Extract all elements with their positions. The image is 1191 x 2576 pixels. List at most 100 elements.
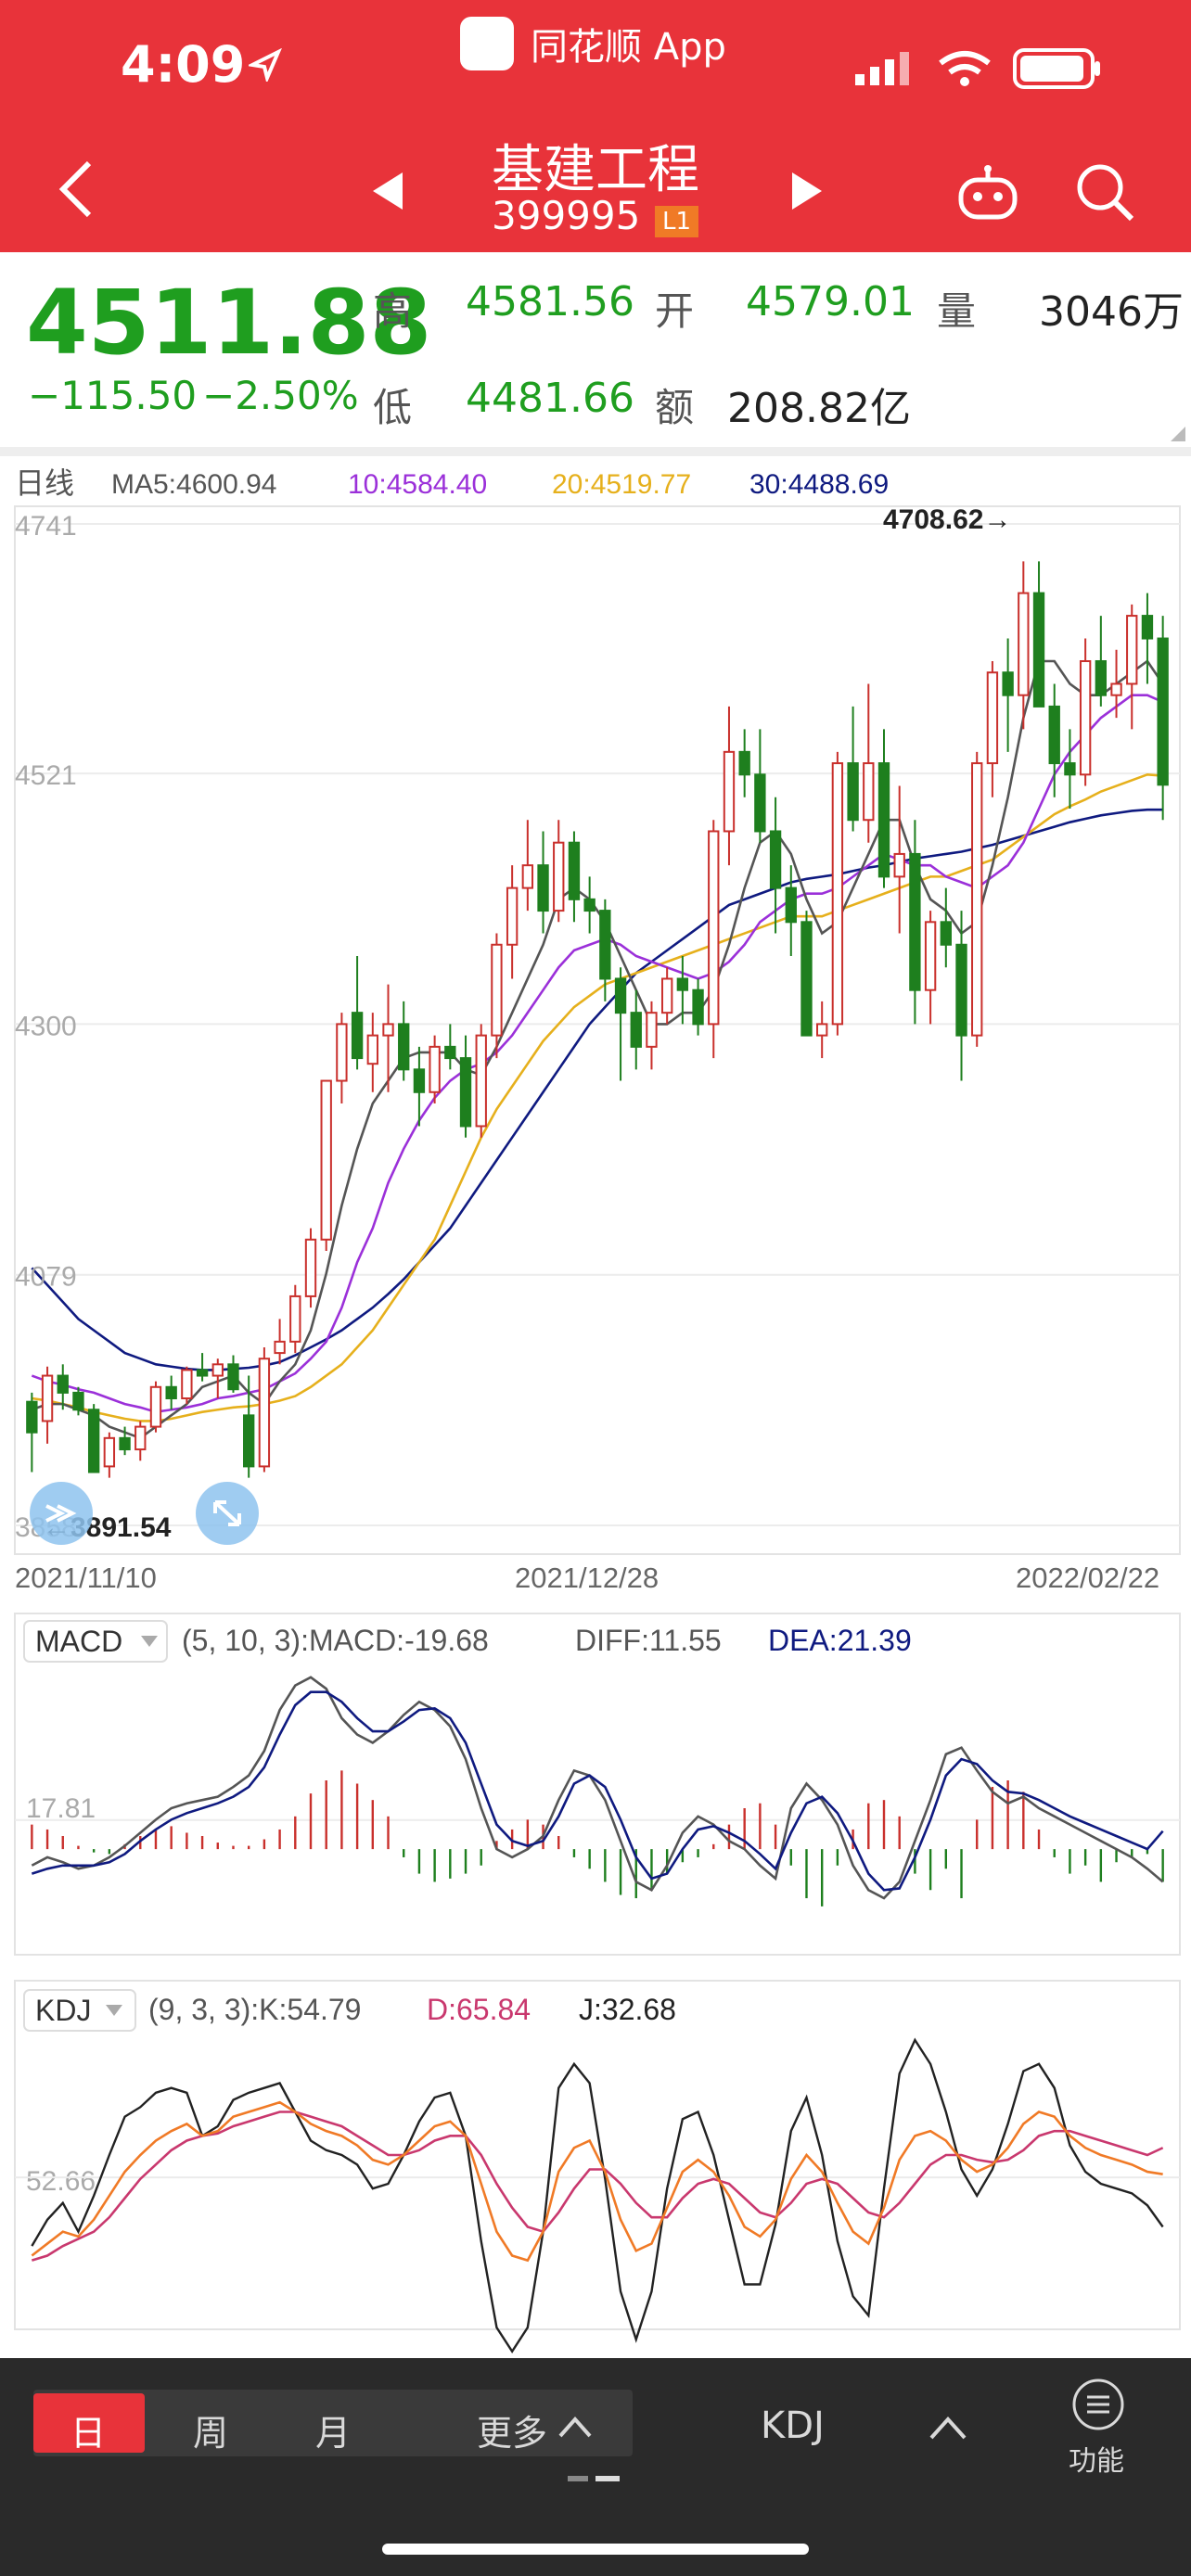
candle-body <box>506 886 519 946</box>
volume-value: 3046万 <box>1039 288 1184 336</box>
tab-month[interactable]: 月 <box>315 2404 351 2455</box>
candle-body <box>196 1369 209 1377</box>
candle-body <box>243 1414 255 1468</box>
candle-body <box>708 830 720 1026</box>
high-value: 4581.56 <box>466 278 634 325</box>
candle-body <box>1095 659 1108 696</box>
candle-body <box>103 1436 116 1468</box>
expand-corner-icon[interactable] <box>1171 427 1185 441</box>
candle-body <box>831 762 844 1026</box>
candle-body <box>863 762 875 822</box>
candle-body <box>41 1374 54 1422</box>
candle-body <box>940 921 952 946</box>
quote-panel: 4511.88 −115.50 −2.50% 高 4581.56 开 4579.… <box>0 252 1191 447</box>
macd-frame <box>14 1613 1181 1956</box>
candle-body <box>398 1023 410 1071</box>
candle-body <box>754 773 766 833</box>
amount-label: 额 <box>655 385 695 430</box>
macd-plot <box>15 1676 1180 1906</box>
candle-body <box>955 943 967 1037</box>
ma5-legend: MA5:4600.94 <box>111 469 276 500</box>
y-tick-label: 4079 <box>15 1262 77 1293</box>
candles <box>26 561 1169 1478</box>
candle-body <box>660 977 673 1014</box>
candle-body <box>491 943 503 1037</box>
macd-diff-label: DIFF:11.55 <box>575 1624 722 1657</box>
candle-body <box>630 1012 642 1048</box>
kdj-ref-tick: 52.66 <box>26 2166 96 2197</box>
low-label: 低 <box>373 385 413 430</box>
candle-body <box>1157 637 1169 786</box>
x-axis-end-date: 2022/02/22 <box>1016 1562 1159 1594</box>
candle-body <box>800 921 813 1037</box>
candle-body <box>1064 762 1076 776</box>
candle-body <box>537 864 549 912</box>
y-tick-label: 4521 <box>15 760 77 791</box>
candle-body <box>181 1369 193 1400</box>
menu-circle-icon[interactable] <box>1070 2377 1126 2432</box>
search-icon[interactable] <box>1074 161 1135 223</box>
candle-body <box>568 841 581 900</box>
candle-body <box>1141 615 1154 640</box>
tab-day[interactable]: 日 <box>70 2404 106 2455</box>
chart-area[interactable]: 日线 MA5:4600.94 10:4584.40 20:4519.77 30:… <box>0 454 1191 2355</box>
wifi-icon <box>939 51 991 86</box>
candle-body <box>1126 615 1138 685</box>
location-arrow-icon <box>249 48 282 82</box>
candle-body <box>72 1391 84 1411</box>
kdj-j-label: J:32.68 <box>579 1993 676 2026</box>
more-chevron-up-icon <box>558 2416 592 2438</box>
candle-body <box>1032 592 1045 708</box>
low-value: 4481.66 <box>466 375 634 422</box>
candle-body <box>769 830 782 889</box>
price-change-percent: −2.50% <box>202 373 359 418</box>
macd-dea-label: DEA:21.39 <box>768 1624 912 1657</box>
kdj-d-label: D:65.84 <box>427 1993 531 2026</box>
tab-week[interactable]: 周 <box>193 2404 228 2455</box>
candle-body <box>1048 705 1060 765</box>
candle-body <box>274 1340 286 1355</box>
candle-body <box>738 750 750 776</box>
ma10-legend: 10:4584.40 <box>348 469 487 500</box>
app-name: 同花顺 App <box>531 26 726 69</box>
kdj-j-line <box>31 2037 1164 2354</box>
volume-label: 量 <box>937 288 977 334</box>
high-label: 高 <box>373 288 413 334</box>
candle-body <box>614 977 627 1014</box>
candle-body <box>134 1425 147 1451</box>
x-axis-start-date: 2021/11/10 <box>15 1562 157 1594</box>
candle-body <box>211 1363 224 1377</box>
candle-body <box>382 1023 394 1037</box>
ma30-line <box>31 808 1163 1371</box>
macd-selector-label: MACD <box>35 1625 122 1658</box>
ma20-legend: 20:4519.77 <box>552 469 691 500</box>
function-label[interactable]: 功能 <box>1069 2438 1124 2479</box>
candle-body <box>893 852 905 878</box>
y-tick-label: 4741 <box>15 511 77 542</box>
candle-body <box>336 1023 348 1082</box>
status-time: 4:09 <box>121 35 246 94</box>
candle-body <box>57 1374 69 1394</box>
candle-body <box>165 1385 177 1400</box>
cellular-signal-icon <box>855 52 909 85</box>
candle-body <box>924 921 937 991</box>
robot-assistant-icon[interactable] <box>955 165 1020 223</box>
tab-more[interactable]: 更多 <box>477 2404 547 2455</box>
indicator-switch[interactable]: KDJ <box>761 2404 825 2447</box>
open-label: 开 <box>655 288 695 334</box>
candle-body <box>149 1385 162 1428</box>
candle-body <box>553 841 565 912</box>
battery-icon <box>1013 48 1100 89</box>
level-badge: L1 <box>655 206 699 237</box>
candle-body <box>413 1068 426 1093</box>
macd-params: (5, 10, 3):MACD:-19.68 <box>182 1624 489 1657</box>
candle-body <box>986 671 999 765</box>
candle-body <box>444 1045 456 1060</box>
candle-body <box>1018 592 1030 696</box>
candle-body <box>459 1057 472 1128</box>
next-stock-icon[interactable] <box>788 171 826 211</box>
candle-body <box>304 1238 317 1297</box>
indicator-chevron-up-icon[interactable] <box>929 2416 967 2440</box>
candle-body <box>429 1045 441 1093</box>
kdj-params: (9, 3, 3):K:54.79 <box>148 1993 361 2026</box>
